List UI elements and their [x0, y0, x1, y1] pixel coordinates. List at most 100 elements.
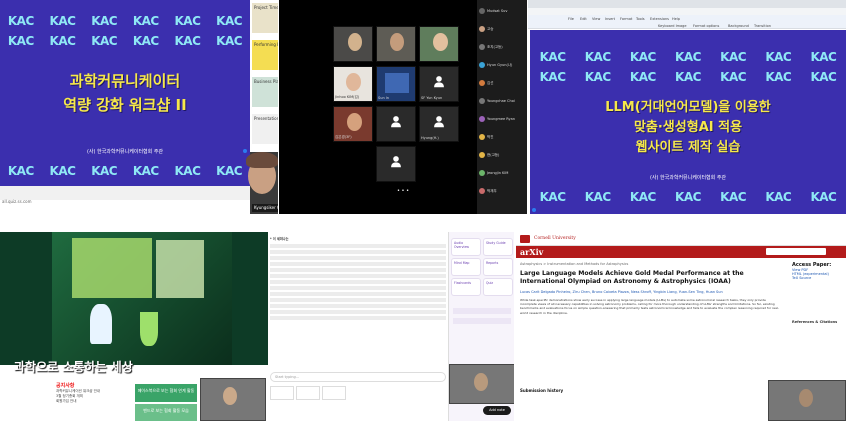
- menu-insert[interactable]: Insert: [605, 17, 615, 21]
- video-tile[interactable]: [376, 146, 416, 182]
- slide-title-line2: 맞춤·생성형AI 적용: [633, 120, 743, 135]
- thumbnail-1[interactable]: Performing Proposal Presentation: [252, 40, 278, 70]
- participant-item[interactable]: 고승: [479, 26, 493, 32]
- kac-logo: KAC: [174, 14, 201, 28]
- video-tile[interactable]: SF Yun Kyun: [419, 66, 459, 102]
- participant-avatar-icon: [479, 98, 485, 104]
- thumbnail-3[interactable]: Presentation: [252, 114, 278, 144]
- slide-pager-dot[interactable]: [532, 208, 536, 212]
- browser-tabstrip[interactable]: [528, 0, 846, 8]
- participant-item[interactable]: Youngmee Ryan: [479, 116, 515, 122]
- facebook-button[interactable]: 페이스북으로 보는 협회 연계 활동: [135, 384, 197, 402]
- kac-logo: KAC: [539, 70, 566, 84]
- participant-item[interactable]: 조지(고등): [479, 44, 503, 50]
- participant-item[interactable]: Mudsat Suv: [479, 8, 507, 14]
- participant-item[interactable]: Jeongjin KIM: [479, 170, 508, 176]
- menu-file[interactable]: File: [568, 17, 574, 21]
- note-item[interactable]: [453, 318, 511, 324]
- menu-extensions[interactable]: Extensions: [650, 17, 669, 21]
- speaker-name: Kyungsiker Choi (조경식): [252, 204, 278, 212]
- flask-icon: [140, 312, 158, 346]
- menu-edit[interactable]: Edit: [580, 17, 587, 21]
- participant-avatar-icon: [479, 26, 485, 32]
- band-button[interactable]: 밴드로 보는 협회 활동 모습: [135, 404, 197, 421]
- tex-source-link[interactable]: TeX Source: [792, 276, 846, 280]
- study-guide-button[interactable]: Study Guide: [483, 238, 513, 256]
- video-tile[interactable]: Jinhoo KIM(김): [333, 66, 373, 102]
- quiz-button[interactable]: Quiz: [483, 278, 513, 296]
- url-hint: all.quiz.ss.com: [2, 199, 32, 204]
- kac-logo: KAC: [765, 70, 792, 84]
- video-tile[interactable]: [419, 26, 459, 62]
- kac-logo: KAC: [132, 14, 159, 28]
- video-tile[interactable]: [376, 26, 416, 62]
- arxiv-logo[interactable]: arXiv: [520, 247, 543, 257]
- participant-item[interactable]: Youngchae Choi: [479, 98, 515, 104]
- participant-avatar-icon: [479, 188, 485, 194]
- participant-avatar-icon: [479, 152, 485, 158]
- paper-authors[interactable]: Lucas Carit Delgado Pinheiro, Ziru Chen,…: [520, 290, 782, 294]
- gallery-pager[interactable]: • • •: [397, 188, 409, 194]
- flashcards-button[interactable]: Flashcards: [451, 278, 481, 296]
- kac-logo: KAC: [720, 70, 747, 84]
- suggestion-chip[interactable]: [270, 386, 294, 400]
- participant-item[interactable]: Hyun Gyun(나): [479, 62, 512, 68]
- video-tile[interactable]: Hyung(H.): [419, 106, 459, 142]
- logo-row-top: KAC KAC KAC KAC KAC KAC: [0, 14, 250, 28]
- notice-item[interactable]: 회원가입 안내: [56, 399, 126, 404]
- logo-row-top2: KAC KAC KAC KAC KAC KAC: [0, 34, 250, 48]
- kac-logo: KAC: [539, 50, 566, 64]
- kac-logo: KAC: [91, 34, 118, 48]
- participant-item[interactable]: 김선: [479, 80, 493, 86]
- slide-title-line2: 역량 강화 워크샵 II: [63, 96, 187, 114]
- kac-logo: KAC: [174, 34, 201, 48]
- slide-pager-dot[interactable]: [243, 149, 247, 153]
- search-input[interactable]: [766, 248, 826, 255]
- mind-map-button[interactable]: Mind Map: [451, 258, 481, 276]
- reports-button[interactable]: Reports: [483, 258, 513, 276]
- panel-zoom-gallery: Jinhoo KIM(김) Sun In SF Yun Kyun 김은경(3F)…: [279, 0, 527, 214]
- menu-view[interactable]: View: [592, 17, 600, 21]
- suggestion-chip[interactable]: [296, 386, 320, 400]
- video-tile[interactable]: [376, 106, 416, 142]
- kac-logo: KAC: [675, 190, 701, 204]
- paper-abstract: While task-specific demonstrations show …: [520, 298, 779, 315]
- participant-item[interactable]: 박재우: [479, 188, 497, 194]
- menu-tools[interactable]: Tools: [636, 17, 645, 21]
- text-line: [270, 304, 446, 308]
- participant-name: Mudsat Suv: [487, 9, 508, 13]
- kac-logo: KAC: [629, 50, 656, 64]
- tile-label: Hyung(H.): [421, 136, 439, 140]
- doc-heading: * 이 세미나는: [270, 237, 289, 241]
- participant-avatar-icon: [479, 62, 485, 68]
- add-note-button[interactable]: Add note: [483, 406, 511, 415]
- participant-item[interactable]: 박진: [479, 134, 493, 140]
- video-tile[interactable]: [333, 26, 373, 62]
- panel-slides-editor: File Edit View Insert Format Tools Exten…: [528, 0, 846, 214]
- menu-format[interactable]: Format: [620, 17, 632, 21]
- note-item[interactable]: [453, 308, 511, 314]
- tile-label: SF Yun Kyun: [421, 96, 443, 100]
- tool-transition[interactable]: Transition: [754, 24, 771, 28]
- slide-footer: (사) 한국과학커뮤니케이터협회 주관: [649, 175, 727, 181]
- participant-name: Youngmee Ryan: [487, 117, 515, 121]
- audio-overview-button[interactable]: Audio Overview: [451, 238, 481, 256]
- suggestion-chip[interactable]: [322, 386, 346, 400]
- webcam-overlay: [768, 380, 846, 421]
- participant-item[interactable]: 현(고등): [479, 152, 499, 158]
- browser-urlbar[interactable]: [528, 8, 846, 15]
- menu-help[interactable]: Help: [672, 17, 680, 21]
- kac-logo: KAC: [584, 190, 611, 204]
- tool-keyboard-image[interactable]: Keyboard Image: [658, 24, 687, 28]
- tool-format-options[interactable]: Format options: [693, 24, 719, 28]
- chat-input[interactable]: Start typing...: [270, 372, 446, 382]
- tool-background[interactable]: Background: [728, 24, 749, 28]
- video-tile[interactable]: 김은경(3F): [333, 106, 373, 142]
- text-line: [270, 286, 446, 290]
- thumbnail-0[interactable]: Project Timeline Presentation: [252, 3, 278, 33]
- logo-row-top2: KAC KAC KAC KAC KAC KAC KAC: [530, 70, 846, 84]
- thumbnail-2[interactable]: Business Plan Presentation: [252, 77, 278, 107]
- video-tile[interactable]: Sun In: [376, 66, 416, 102]
- kac-logo: KAC: [539, 190, 566, 204]
- references-title: References & Citations: [792, 320, 838, 324]
